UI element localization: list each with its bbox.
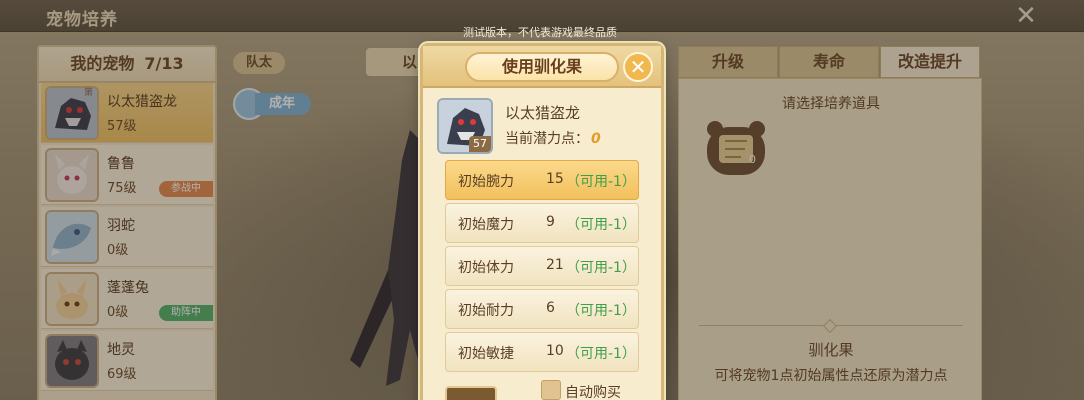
attribute-row-vitality[interactable]: 初始体力 21 （可用-1） <box>445 246 639 286</box>
attribute-value: 21 <box>546 257 564 273</box>
attribute-label: 初始魔力 <box>458 217 514 233</box>
test-version-notice: 测试版本，不代表游戏最终品质 <box>463 26 617 39</box>
dialog-pet-avatar: 57 <box>437 98 493 154</box>
attribute-label: 初始耐力 <box>458 303 514 319</box>
attribute-label: 初始体力 <box>458 260 514 276</box>
attribute-value: 15 <box>546 171 564 187</box>
attribute-row-magic[interactable]: 初始魔力 9 （可用-1） <box>445 203 639 243</box>
attribute-available: （可用-1） <box>566 217 636 233</box>
close-icon: ✕ <box>629 55 647 79</box>
dialog-header: 使用驯化果 ✕ <box>423 46 661 88</box>
potential-points: 当前潜力点： 0 <box>505 128 601 148</box>
auto-buy-checkbox[interactable] <box>541 380 561 400</box>
attribute-row-strength[interactable]: 初始腕力 15 （可用-1） <box>445 160 639 200</box>
dialog-close-button[interactable]: ✕ <box>623 52 653 82</box>
auto-buy-label: 自动购买 <box>565 385 621 400</box>
dialog-pet-name: 以太猎盗龙 <box>505 104 581 122</box>
attribute-row-endurance[interactable]: 初始耐力 6 （可用-1） <box>445 289 639 329</box>
attribute-row-agility[interactable]: 初始敏捷 10 （可用-1） <box>445 332 639 372</box>
attribute-value: 10 <box>546 343 564 359</box>
attribute-label: 初始腕力 <box>458 174 514 190</box>
attribute-value: 9 <box>546 214 555 230</box>
attribute-value: 6 <box>546 300 555 316</box>
potential-label: 当前潜力点： <box>505 131 589 147</box>
attribute-label: 初始敏捷 <box>458 346 514 362</box>
attribute-available: （可用-1） <box>566 174 636 190</box>
dialog-pet-level: 57 <box>469 136 491 152</box>
attribute-available: （可用-1） <box>566 346 636 362</box>
potential-value: 0 <box>591 131 601 147</box>
attribute-available: （可用-1） <box>566 260 636 276</box>
dialog-title: 使用驯化果 <box>465 52 619 82</box>
use-item-dialog: 使用驯化果 ✕ 57 以太猎盗龙 当前潜力点： 0 初始腕力 15 （可用-1） … <box>420 43 664 400</box>
attribute-available: （可用-1） <box>566 303 636 319</box>
item-icon[interactable] <box>445 386 497 400</box>
